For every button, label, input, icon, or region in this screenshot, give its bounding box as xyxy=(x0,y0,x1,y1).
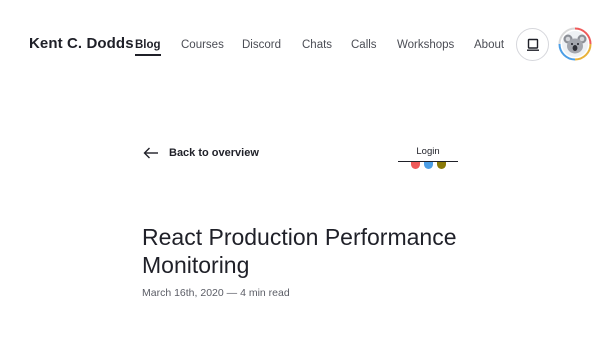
laptop-icon xyxy=(526,38,539,51)
login-button[interactable]: Login xyxy=(398,145,458,175)
login-label: Login xyxy=(416,146,440,157)
nav-item-about[interactable]: About xyxy=(474,38,504,52)
nav-item-blog[interactable]: Blog xyxy=(135,38,161,56)
koala-avatar-icon xyxy=(558,27,592,61)
post-read-time: 4 min read xyxy=(240,287,290,299)
post-title: React Production Performance Monitoring xyxy=(142,224,457,278)
site-logo-link[interactable]: Kent C. Dodds xyxy=(29,35,134,52)
nav-item-workshops[interactable]: Workshops xyxy=(397,38,454,52)
theme-toggle-button[interactable] xyxy=(516,28,549,61)
meta-separator: — xyxy=(226,287,238,299)
user-avatar-button[interactable] xyxy=(558,27,592,61)
team-red-dot xyxy=(411,162,420,169)
nav-item-calls[interactable]: Calls xyxy=(351,38,377,52)
nav-item-courses[interactable]: Courses xyxy=(181,38,224,52)
back-to-overview-link[interactable]: Back to overview xyxy=(143,147,259,159)
team-blue-dot xyxy=(424,162,433,169)
team-yellow-dot xyxy=(437,162,446,169)
nav-item-discord[interactable]: Discord xyxy=(242,38,281,52)
arrow-left-icon xyxy=(143,147,158,159)
nav-item-chats[interactable]: Chats xyxy=(302,38,332,52)
back-label: Back to overview xyxy=(169,147,259,159)
page: Kent C. Dodds Blog Courses Discord Chats… xyxy=(0,0,600,338)
post-meta: March 16th, 2020 — 4 min read xyxy=(142,287,290,299)
post-date: March 16th, 2020 xyxy=(142,287,224,299)
